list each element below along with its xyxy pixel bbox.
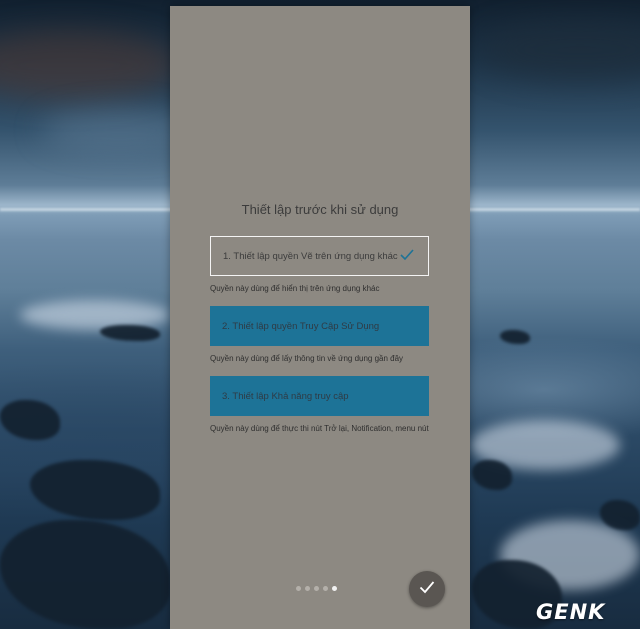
page-dot-active — [332, 586, 337, 591]
screen: Thiết lập trước khi sử dụng 1. Thiết lập… — [0, 0, 640, 629]
rock — [500, 330, 530, 344]
setup-dialog: Thiết lập trước khi sử dụng 1. Thiết lập… — [170, 6, 470, 629]
dialog-title: Thiết lập trước khi sử dụng — [241, 202, 399, 217]
cloud — [0, 30, 180, 100]
option-accessibility[interactable]: 3. Thiết lập Khả năng truy cập — [210, 376, 429, 416]
page-dot — [323, 586, 328, 591]
rock — [472, 460, 512, 490]
page-dot — [314, 586, 319, 591]
confirm-button[interactable] — [409, 571, 445, 607]
option-description: Quyền này dùng để lấy thông tin về ứng d… — [210, 354, 404, 363]
option-label: 2. Thiết lập quyền Truy Cập Sử Dụng — [222, 320, 380, 332]
page-dot — [296, 586, 301, 591]
option-draw-over-apps[interactable]: 1. Thiết lập quyền Vẽ trên ứng dụng khác — [210, 236, 429, 276]
rock — [0, 520, 170, 629]
wave-foam — [20, 300, 170, 330]
rock — [0, 400, 60, 440]
check-icon — [400, 249, 414, 264]
option-label: 3. Thiết lập Khả năng truy cập — [222, 390, 349, 402]
page-dot — [305, 586, 310, 591]
cloud — [480, 20, 640, 80]
page-indicator — [296, 586, 337, 591]
check-icon — [419, 580, 435, 599]
rock — [100, 325, 160, 341]
option-label: 1. Thiết lập quyền Vẽ trên ứng dụng khác — [223, 250, 398, 262]
option-description: Quyền này dùng để thực thi nút Trở lại, … — [210, 424, 429, 433]
genk-logo: GENK — [536, 600, 606, 624]
rock — [30, 460, 160, 520]
option-usage-access[interactable]: 2. Thiết lập quyền Truy Cập Sử Dụng — [210, 306, 429, 346]
option-description: Quyền này dùng để hiển thị trên ứng dụng… — [210, 284, 380, 293]
